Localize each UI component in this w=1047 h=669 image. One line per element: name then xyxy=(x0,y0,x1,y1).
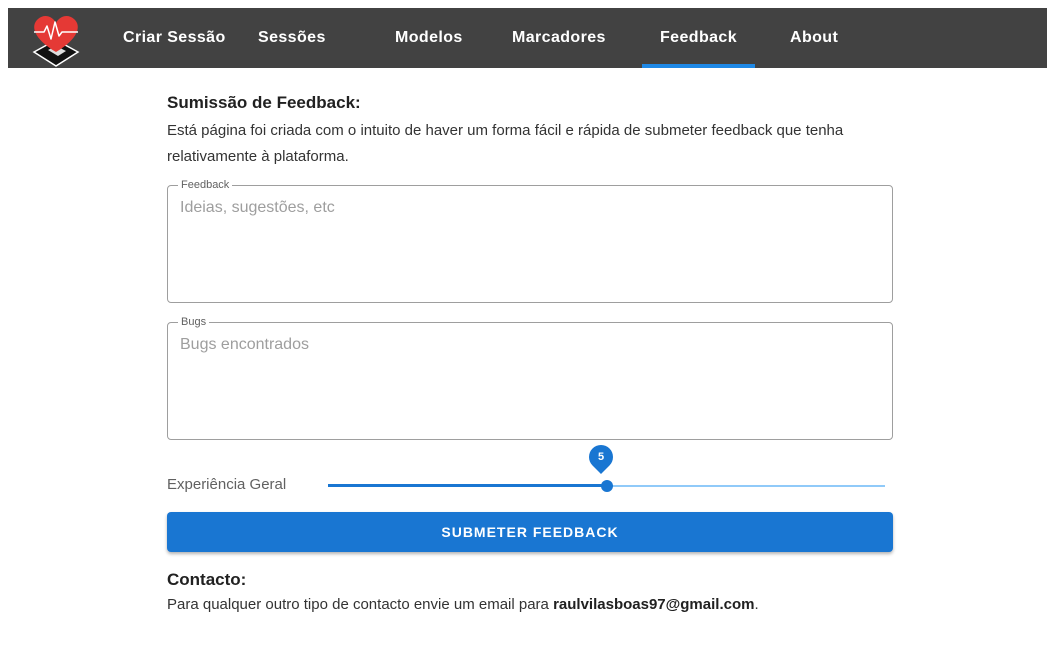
nav-item-about[interactable]: About xyxy=(790,8,838,68)
contact-intro: Para qualquer outro tipo de contacto env… xyxy=(167,596,554,613)
nav-item-criar-sessao[interactable]: Criar Sessão xyxy=(123,8,226,68)
top-navbar: Criar Sessão Sessões Modelos Marcadores … xyxy=(8,8,1047,68)
feedback-section-title: Sumissão de Feedback: xyxy=(167,93,361,112)
bugs-field-label: Bugs xyxy=(178,316,210,328)
feedback-textarea[interactable] xyxy=(180,199,880,294)
submit-feedback-button[interactable]: SUBMETER FEEDBACK xyxy=(167,512,893,552)
nav-item-feedback[interactable]: Feedback xyxy=(641,8,756,68)
bugs-field: Bugs xyxy=(167,316,893,440)
feedback-description: Está página foi criada com o intuito de … xyxy=(167,122,844,165)
experience-label: Experiência Geral xyxy=(167,476,287,493)
feedback-field-label: Feedback xyxy=(178,179,233,191)
contact-email: raulvilasboas97@gmail.com xyxy=(553,596,755,613)
contact-title: Contacto: xyxy=(167,570,247,589)
experience-slider[interactable]: 5 xyxy=(328,440,885,496)
feedback-field: Feedback xyxy=(167,179,893,303)
nav-item-modelos[interactable]: Modelos xyxy=(395,8,463,68)
nav-item-sessoes[interactable]: Sessões xyxy=(258,8,326,68)
heart-monitor-logo-icon[interactable] xyxy=(26,12,90,68)
slider-value-label: 5 xyxy=(583,440,618,474)
contact-suffix: . xyxy=(754,596,759,613)
slider-value: 5 xyxy=(597,451,604,463)
contact-text: Para qualquer outro tipo de contacto env… xyxy=(167,596,759,613)
slider-thumb[interactable]: 5 xyxy=(583,440,618,492)
slider-track xyxy=(328,484,607,487)
nav-item-marcadores[interactable]: Marcadores xyxy=(512,8,606,68)
bugs-textarea[interactable] xyxy=(180,336,880,431)
